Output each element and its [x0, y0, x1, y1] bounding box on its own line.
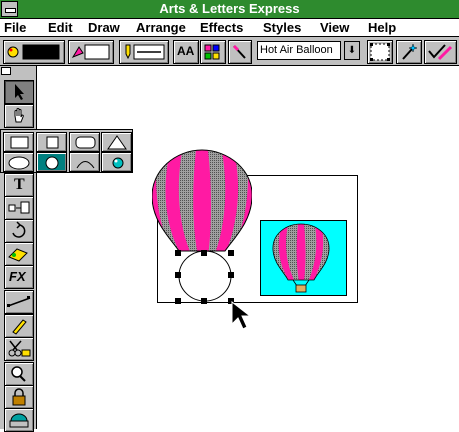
tool-palette: T FX — [0, 66, 37, 432]
triangle-tool[interactable] — [101, 132, 132, 152]
menu-file[interactable]: File — [4, 20, 26, 35]
square-tool[interactable] — [36, 132, 67, 152]
chevron-down-icon: ⬇ — [347, 45, 357, 56]
scissors-icon — [8, 340, 31, 357]
arc-tool[interactable] — [69, 152, 100, 172]
toolbar: AA Hot Air Balloon ⬇ — [0, 37, 459, 66]
sphere-icon — [112, 157, 124, 169]
ellipse-icon — [8, 156, 30, 170]
lock-tool[interactable] — [4, 385, 34, 409]
stamp-icon — [9, 413, 29, 428]
selection-handle[interactable] — [228, 250, 234, 256]
line-icon — [7, 296, 31, 307]
magic-wand-button[interactable] — [396, 40, 422, 64]
selection-handle[interactable] — [201, 298, 207, 304]
transform-icon — [8, 201, 30, 214]
pan-tool[interactable] — [4, 104, 34, 128]
rounded-rectangle-icon — [75, 136, 96, 149]
scissors-tool[interactable] — [4, 337, 34, 361]
fx-icon: FX — [9, 269, 26, 284]
blend-tool[interactable] — [4, 242, 34, 266]
text-tool[interactable]: T — [4, 173, 34, 197]
fill-color-button[interactable] — [3, 40, 65, 64]
menu-styles[interactable]: Styles — [263, 20, 301, 35]
node-edit-icon — [204, 44, 220, 60]
hand-icon — [14, 108, 24, 123]
menu-effects[interactable]: Effects — [200, 20, 243, 35]
knife-icon — [232, 44, 246, 59]
selection-handle[interactable] — [201, 250, 207, 256]
menu-draw[interactable]: Draw — [88, 20, 120, 35]
sphere-tool[interactable] — [101, 152, 132, 172]
check-pen-icon — [428, 44, 453, 61]
selection-handle[interactable] — [175, 272, 181, 278]
shape-tools-flyout — [0, 129, 133, 173]
window-title: Arts & Letters Express — [159, 1, 300, 16]
rounded-rectangle-tool[interactable] — [69, 132, 100, 152]
menu-bar: File Edit Draw Arrange Effects Styles Vi… — [0, 19, 459, 37]
menu-view[interactable]: View — [320, 20, 349, 35]
knife-button[interactable] — [228, 40, 252, 64]
transform-button[interactable] — [367, 40, 393, 64]
lock-icon — [12, 388, 26, 406]
text-tool-icon: T — [14, 176, 25, 193]
text-style-button[interactable]: AA — [173, 40, 199, 64]
mouse-cursor-icon — [231, 300, 252, 330]
outline-color-button[interactable] — [68, 40, 114, 64]
font-name-field[interactable]: Hot Air Balloon — [257, 41, 341, 60]
pen-icon — [125, 44, 165, 60]
rectangle-icon — [10, 136, 29, 149]
blend-icon — [8, 248, 28, 262]
rotate-tool[interactable] — [4, 219, 34, 243]
selection-tool[interactable] — [4, 80, 34, 104]
symbols-tool[interactable] — [4, 408, 34, 432]
ellipse-tool[interactable] — [3, 152, 34, 172]
selection-handle[interactable] — [175, 298, 181, 304]
font-dropdown-button[interactable]: ⬇ — [344, 41, 360, 60]
menu-arrange[interactable]: Arrange — [136, 20, 186, 35]
circle-tool[interactable] — [36, 152, 67, 172]
snap-icon — [370, 43, 390, 61]
pencil-icon — [12, 319, 27, 335]
text-style-icon: AA — [177, 44, 195, 58]
rotate-icon — [12, 221, 26, 238]
line-style-icon — [71, 44, 110, 60]
hot-air-balloon-drawing[interactable] — [152, 146, 252, 256]
triangle-icon — [107, 135, 127, 150]
square-icon — [46, 136, 59, 149]
zoom-tool[interactable] — [4, 362, 34, 386]
line-weight-button[interactable] — [119, 40, 169, 64]
magnifier-icon — [11, 366, 26, 382]
balloon-preview-image[interactable] — [260, 220, 347, 296]
rectangle-tool[interactable] — [3, 132, 34, 152]
title-bar: Arts & Letters Express — [0, 0, 459, 19]
selection-handle[interactable] — [228, 272, 234, 278]
menu-help[interactable]: Help — [368, 20, 396, 35]
freehand-tool[interactable] — [4, 314, 34, 338]
line-tool[interactable] — [4, 290, 34, 314]
transform-tool[interactable] — [4, 196, 34, 220]
selection-handle[interactable] — [175, 250, 181, 256]
fill-color-icon — [7, 44, 60, 60]
arrow-pointer-icon — [15, 84, 24, 100]
wand-icon — [402, 43, 418, 60]
menu-edit[interactable]: Edit — [48, 20, 73, 35]
effects-tool[interactable]: FX — [4, 265, 34, 289]
node-edit-button[interactable] — [200, 40, 226, 64]
arc-icon — [76, 161, 95, 169]
circle-icon — [45, 156, 59, 170]
spell-check-button[interactable] — [424, 40, 457, 64]
palette-close-button[interactable] — [1, 67, 11, 75]
